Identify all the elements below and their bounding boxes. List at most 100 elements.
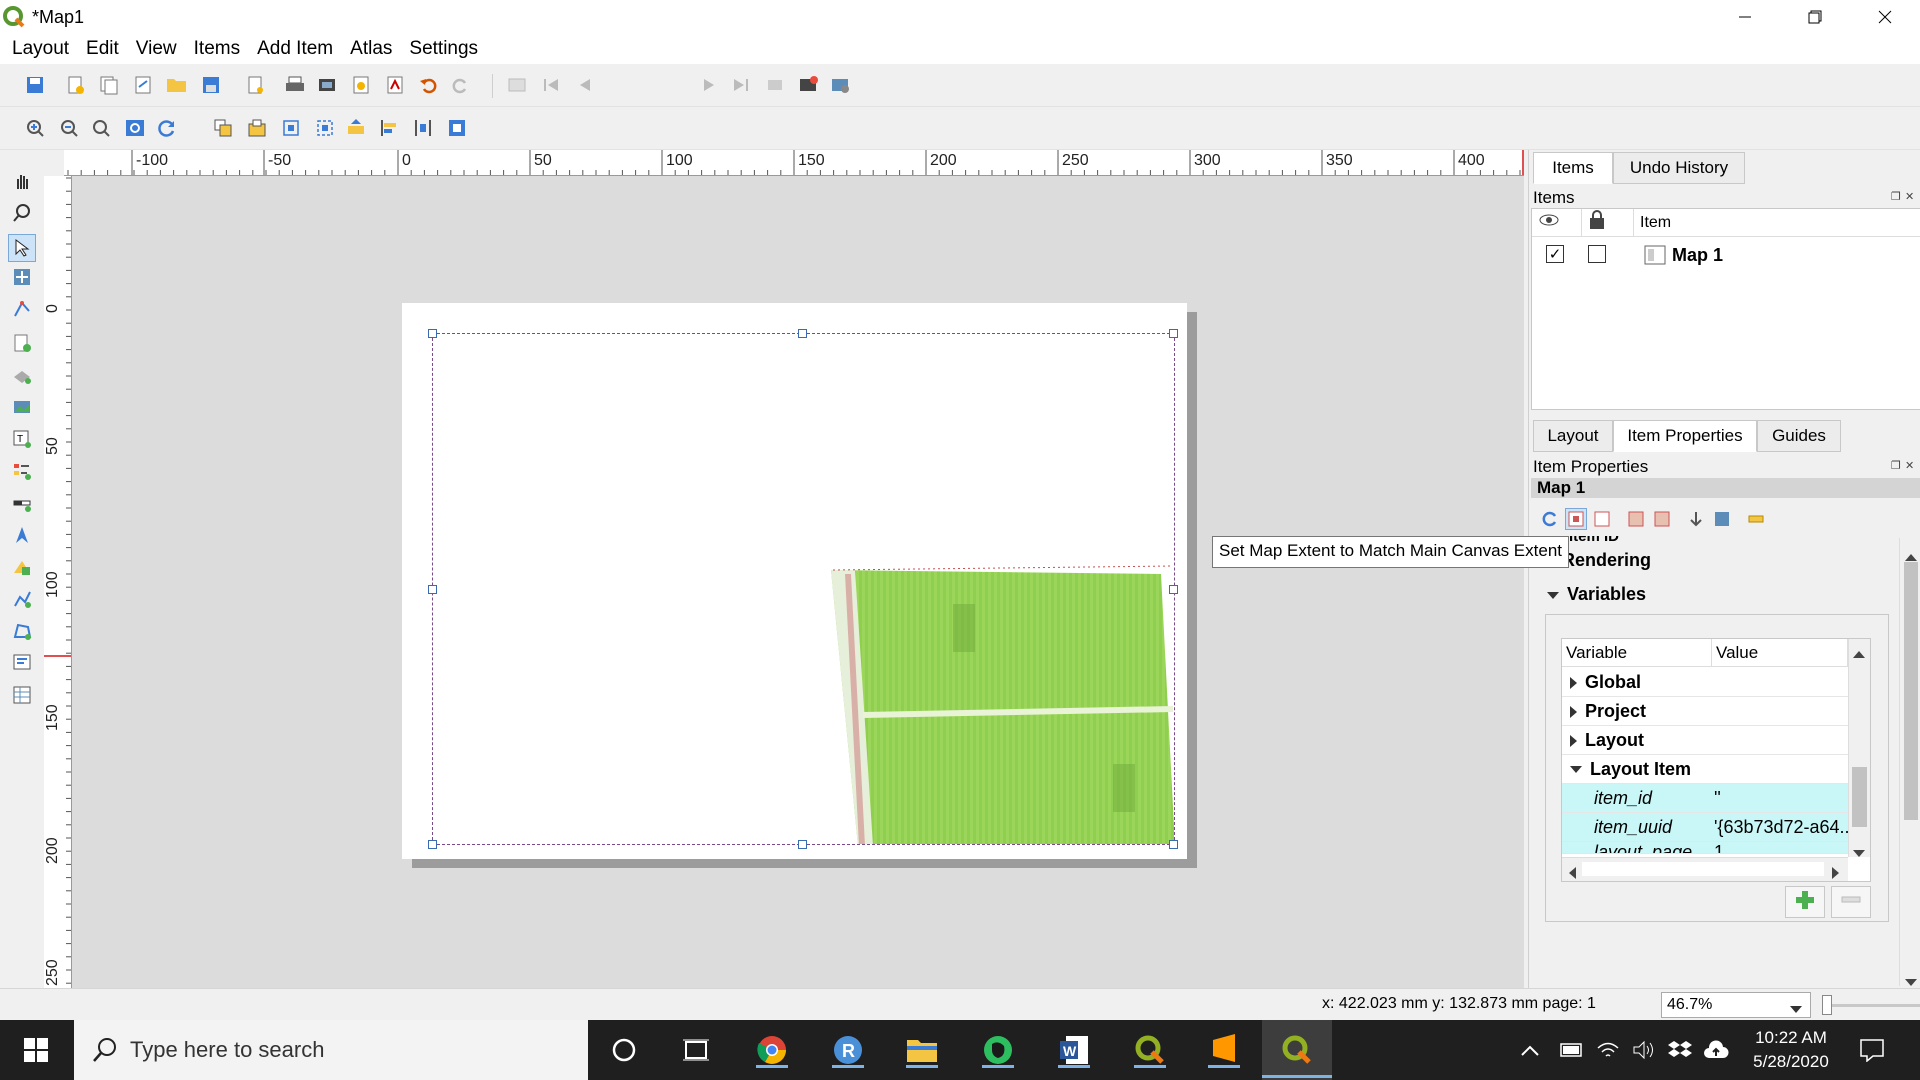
- add-picture-icon[interactable]: [11, 396, 33, 418]
- var-value[interactable]: 1: [1714, 842, 1724, 853]
- evernote-icon[interactable]: [978, 1030, 1018, 1070]
- var-row-item-uuid[interactable]: item_uuid '{63b73d72-a64...: [1562, 813, 1855, 842]
- zoom-actual-icon[interactable]: [90, 117, 112, 139]
- horizontal-scrollbar[interactable]: [1562, 857, 1848, 881]
- lock-column-header[interactable]: [1582, 209, 1634, 237]
- set-extent-to-canvas-icon[interactable]: [1565, 508, 1587, 530]
- word-icon[interactable]: W: [1054, 1030, 1094, 1070]
- qgis-icon[interactable]: [1130, 1030, 1170, 1070]
- atlas-preview-icon[interactable]: [506, 74, 528, 96]
- windows-start-icon[interactable]: [16, 1030, 56, 1070]
- menu-edit[interactable]: Edit: [86, 38, 119, 60]
- var-row-item-id[interactable]: item_id '': [1562, 784, 1848, 813]
- chrome-icon[interactable]: [752, 1030, 792, 1070]
- resize-handle[interactable]: [1169, 585, 1178, 594]
- set-scale-icon[interactable]: [1625, 508, 1647, 530]
- move-content-down-icon[interactable]: [1685, 508, 1707, 530]
- visibility-column-header[interactable]: [1532, 209, 1582, 237]
- var-value[interactable]: '': [1714, 788, 1721, 809]
- zoom-slider-handle[interactable]: [1822, 995, 1832, 1015]
- tab-items[interactable]: Items: [1533, 152, 1613, 184]
- layout-canvas[interactable]: [72, 176, 1524, 988]
- group-items-icon[interactable]: [212, 117, 234, 139]
- volume-icon[interactable]: [1630, 1030, 1658, 1070]
- tab-undo-history[interactable]: Undo History: [1613, 152, 1745, 184]
- previous-feature-icon[interactable]: [574, 74, 596, 96]
- scroll-thumb[interactable]: [1852, 767, 1867, 827]
- tab-guides[interactable]: Guides: [1757, 420, 1841, 452]
- wifi-icon[interactable]: [1594, 1030, 1622, 1070]
- add-html-icon[interactable]: [11, 652, 33, 674]
- float-panel-icon[interactable]: ❐: [1891, 190, 1901, 203]
- refresh-map-icon[interactable]: [1539, 508, 1561, 530]
- add-polyline-icon[interactable]: [11, 588, 33, 610]
- dropbox-icon[interactable]: [1666, 1030, 1694, 1070]
- resize-handle[interactable]: [1169, 329, 1178, 338]
- first-feature-icon[interactable]: [540, 74, 562, 96]
- resize-handle[interactable]: [428, 840, 437, 849]
- taskbar-search-box[interactable]: Type here to search: [74, 1020, 588, 1080]
- export-pdf-icon[interactable]: [384, 74, 406, 96]
- zoom-slider[interactable]: [1824, 1004, 1920, 1007]
- scroll-up-icon[interactable]: [1853, 643, 1865, 663]
- add-page-tool-icon[interactable]: [11, 332, 33, 354]
- var-group-layout[interactable]: Layout: [1562, 726, 1848, 755]
- resize-handle[interactable]: [798, 840, 807, 849]
- zoom-full-icon[interactable]: [124, 117, 146, 139]
- remove-variable-button[interactable]: [1831, 886, 1871, 918]
- add-variable-button[interactable]: [1785, 886, 1825, 918]
- raise-items-icon[interactable]: [346, 117, 368, 139]
- value-column-header[interactable]: Value: [1712, 639, 1848, 667]
- labeling-settings-icon[interactable]: [1745, 508, 1767, 530]
- save-as-template-icon[interactable]: [200, 74, 222, 96]
- qgis-layout-taskbar-icon[interactable]: [1262, 1020, 1332, 1080]
- zoom-to-selected-icon[interactable]: [1711, 508, 1733, 530]
- cloud-upload-icon[interactable]: [1702, 1030, 1730, 1070]
- properties-vertical-scrollbar[interactable]: [1899, 538, 1920, 986]
- add-page-icon[interactable]: [244, 74, 266, 96]
- notifications-icon[interactable]: [1852, 1030, 1892, 1070]
- menu-settings[interactable]: Settings: [409, 38, 478, 60]
- scroll-thumb[interactable]: [1582, 862, 1824, 876]
- lock-checkbox[interactable]: [1588, 245, 1606, 263]
- tab-item-properties[interactable]: Item Properties: [1613, 420, 1757, 452]
- export-image-icon[interactable]: [316, 74, 338, 96]
- maximize-button[interactable]: [1780, 0, 1850, 34]
- var-row-layout-page[interactable]: layout_page 1: [1562, 842, 1848, 854]
- var-group-layout-item[interactable]: Layout Item: [1562, 755, 1848, 784]
- redo-icon[interactable]: [450, 74, 472, 96]
- file-explorer-icon[interactable]: [902, 1030, 942, 1070]
- next-feature-icon[interactable]: [698, 74, 720, 96]
- zoom-combobox[interactable]: 46.7%: [1661, 992, 1811, 1018]
- resize-icon[interactable]: [446, 117, 468, 139]
- taskbar-clock[interactable]: 10:22 AM 5/28/2020: [1736, 1026, 1846, 1074]
- visibility-checkbox[interactable]: ✓: [1546, 245, 1564, 263]
- distribute-icon[interactable]: [412, 117, 434, 139]
- unlock-items-icon[interactable]: [314, 117, 336, 139]
- add-polygon-icon[interactable]: [11, 620, 33, 642]
- cortana-icon[interactable]: [604, 1030, 644, 1070]
- zoom-tool-icon[interactable]: [11, 202, 33, 224]
- scroll-left-icon[interactable]: [1568, 864, 1576, 881]
- resize-handle[interactable]: [1169, 840, 1178, 849]
- align-left-icon[interactable]: [378, 117, 400, 139]
- new-layout-icon[interactable]: [64, 74, 86, 96]
- scroll-down-icon[interactable]: [1853, 843, 1865, 863]
- var-group-project[interactable]: Project: [1562, 697, 1848, 726]
- add-scalebar-icon[interactable]: [11, 492, 33, 514]
- pan-hand-icon[interactable]: [11, 170, 33, 192]
- menu-items[interactable]: Items: [194, 38, 240, 60]
- zoom-out-icon[interactable]: [58, 117, 80, 139]
- open-folder-icon[interactable]: [166, 74, 188, 96]
- minimize-button[interactable]: [1710, 0, 1780, 34]
- view-extent-in-canvas-icon[interactable]: [1591, 508, 1613, 530]
- zoom-in-icon[interactable]: [24, 117, 46, 139]
- close-panel-icon[interactable]: ✕: [1905, 190, 1914, 203]
- refresh-icon[interactable]: [156, 117, 178, 139]
- scroll-right-icon[interactable]: [1832, 864, 1840, 881]
- item-column-header[interactable]: Item: [1634, 209, 1920, 237]
- menu-layout[interactable]: Layout: [12, 38, 69, 60]
- variables-section[interactable]: Variables: [1547, 584, 1646, 605]
- save-icon[interactable]: [24, 74, 46, 96]
- print-icon[interactable]: [284, 74, 306, 96]
